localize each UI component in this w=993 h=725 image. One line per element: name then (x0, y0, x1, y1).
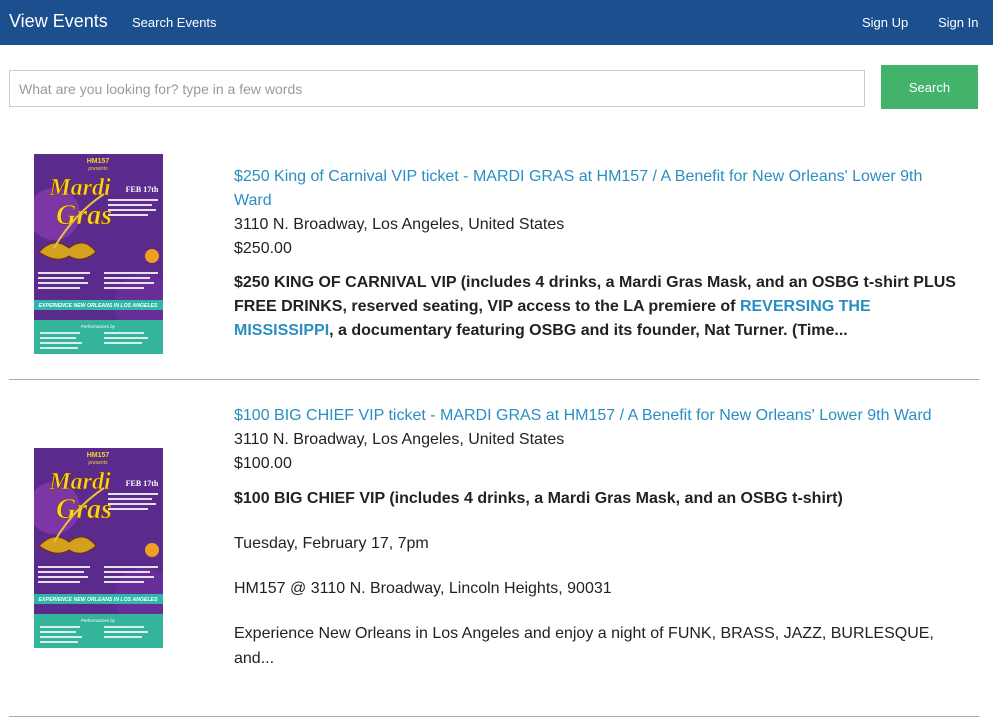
poster-word-gras: Gras (56, 200, 112, 231)
search-input[interactable] (9, 70, 865, 107)
event-poster-image[interactable]: HM157 presents Mardi Gras FEB 17th EXPER… (34, 448, 163, 648)
mardi-gras-poster-art: HM157 presents Mardi Gras FEB 17th EXPER… (34, 154, 163, 354)
search-button[interactable]: Search (881, 65, 978, 109)
event-venue-line: HM157 @ 3110 N. Broadway, Lincoln Height… (234, 580, 612, 597)
event-blurb: Experience New Orleans in Los Angeles an… (234, 625, 934, 667)
event-poster-image[interactable]: HM157 presents Mardi Gras FEB 17th EXPER… (34, 154, 163, 354)
poster-performances: Performances by (81, 618, 116, 623)
poster-banner-text: EXPERIENCE NEW ORLEANS IN LOS ANGELES (39, 303, 158, 309)
event-details: $100 BIG CHIEF VIP ticket - MARDI GRAS a… (234, 404, 964, 671)
event-divider (9, 379, 979, 380)
nav-search-events[interactable]: Search Events (132, 15, 217, 30)
poster-banner-text: EXPERIENCE NEW ORLEANS IN LOS ANGELES (39, 597, 158, 603)
nav-sign-up[interactable]: Sign Up (862, 15, 908, 30)
brand-link[interactable]: View Events (9, 11, 108, 32)
poster-word-mardi: Mardi (48, 469, 111, 495)
event-divider (9, 716, 979, 717)
event-title-link[interactable]: $250 King of Carnival VIP ticket - MARDI… (234, 165, 964, 213)
event-details: $250 King of Carnival VIP ticket - MARDI… (234, 165, 964, 343)
event-description: $100 BIG CHIEF VIP (includes 4 drinks, a… (234, 490, 843, 507)
top-navbar: View Events Search Events Sign Up Sign I… (0, 0, 993, 45)
event-description: $250 KING OF CARNIVAL VIP (includes 4 dr… (234, 271, 964, 343)
event-description-text-end: , a documentary featuring OSBG and its f… (329, 322, 848, 339)
event-price: $100.00 (234, 455, 292, 472)
poster-word-mardi: Mardi (48, 175, 111, 201)
poster-date: FEB 17th (126, 479, 159, 488)
poster-presents: presents (87, 460, 108, 466)
event-address: 3110 N. Broadway, Los Angeles, United St… (234, 216, 565, 233)
event-item: HM157 presents Mardi Gras FEB 17th EXPER… (9, 404, 979, 704)
event-title-link[interactable]: $100 BIG CHIEF VIP ticket - MARDI GRAS a… (234, 404, 964, 428)
poster-date: FEB 17th (126, 185, 159, 194)
poster-top-text: HM157 (87, 158, 110, 165)
event-date-line: Tuesday, February 17, 7pm (234, 535, 429, 552)
poster-top-text: HM157 (87, 452, 110, 459)
event-price: $250.00 (234, 240, 292, 257)
poster-presents: presents (87, 166, 108, 172)
event-item: HM157 presents Mardi Gras FEB 17th EXPER… (9, 154, 979, 364)
event-address: 3110 N. Broadway, Los Angeles, United St… (234, 431, 565, 448)
mardi-gras-poster-art: HM157 presents Mardi Gras FEB 17th EXPER… (34, 448, 163, 648)
poster-word-gras: Gras (56, 494, 112, 525)
poster-performances: Performances by (81, 324, 116, 329)
nav-sign-in[interactable]: Sign In (938, 15, 978, 30)
